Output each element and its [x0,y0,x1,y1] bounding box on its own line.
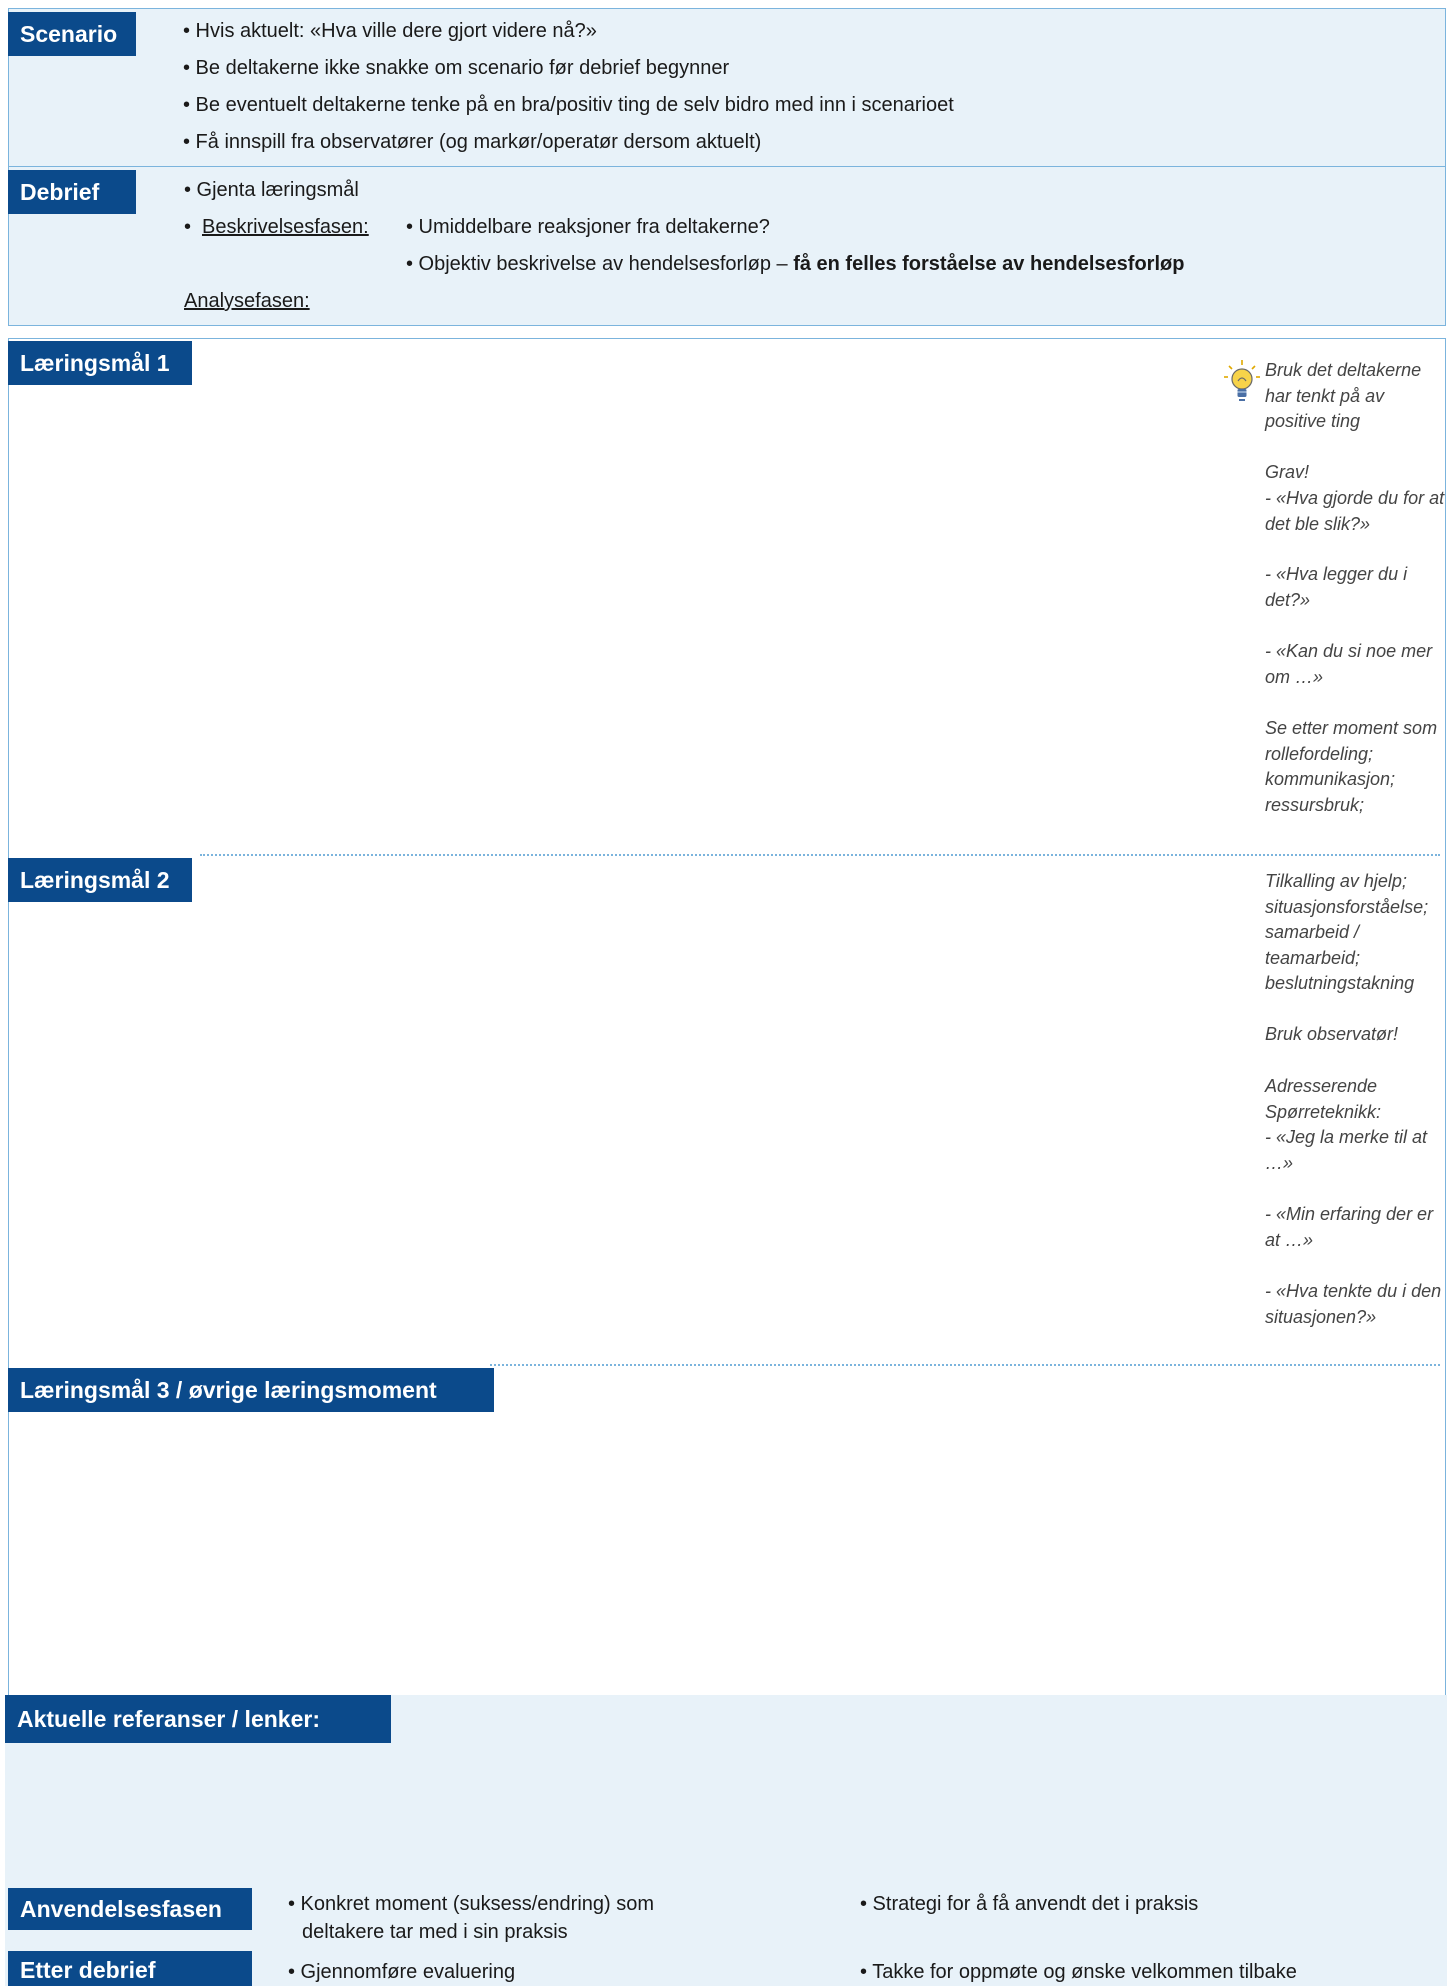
grav-question: - «Hva gjorde du for at det ble slik?» [1265,488,1445,534]
references-tab: Aktuelle referanser / lenker: [5,1695,391,1743]
etter-left: • Gjennomføre evaluering [288,1961,516,1983]
adr-question: - «Min erfaring der er at …» [1265,1204,1434,1250]
adr-label: Adresserende Spørreteknikk: [1265,1076,1382,1122]
scenario-item: • Be deltakerne ikke snakke om scenario … [183,57,730,79]
anvendelse-left: • Konkret moment (suksess/endring) som [288,1893,655,1915]
side-note: Tilkalling av hjelp; situasjonsforståels… [1265,871,1429,993]
grav-question: - «Kan du si noe mer om …» [1265,641,1433,687]
learning-goal-2-tab: Læringsmål 2 [8,858,192,902]
adr-question: - «Hva tenkte du i den situasjonen?» [1265,1281,1442,1327]
anvendelse-left-cont: deltakere tar med i sin praksis [302,1921,568,1943]
anvendelse-right: • Strategi for å få anvendt det i praksi… [860,1893,1199,1915]
scenario-item: • Få innspill fra observatører (og markø… [183,131,762,153]
learning-goal-1-tab: Læringsmål 1 [8,341,192,385]
divider [8,166,1446,167]
debrief-bullet: • [184,216,192,238]
beskrivelse-item: • Umiddelbare reaksjoner fra deltakerne? [406,216,770,238]
debrief-tab: Debrief [8,170,136,214]
side-note: Bruk det deltakerne har tenkt på av posi… [1265,360,1422,431]
beskrivelse-item: • Objektiv beskrivelse av hendelsesforlø… [406,253,1185,275]
lightbulb-icon [1222,358,1262,404]
etter-right: • Takke for oppmøte og ønske velkommen t… [860,1961,1297,1983]
debrief-item: • Gjenta læringsmål [184,179,359,201]
dotted-divider [200,854,1440,856]
dotted-divider [490,1364,1440,1366]
etter-tab: Etter debrief [8,1951,252,1986]
side-note: Bruk observatør! [1265,1024,1399,1044]
learning-goals-panel [8,338,1446,1696]
side-note: Se etter moment som rollefordeling; komm… [1265,718,1438,815]
grav-question: - «Hva legger du i det?» [1265,564,1408,610]
anvendelse-tab: Anvendelsesfasen [8,1888,252,1930]
analyse-label: Analysefasen: [184,290,310,312]
scenario-tab: Scenario [8,12,136,56]
grav-label: Grav! [1265,462,1310,482]
learning-goal-3-tab: Læringsmål 3 / øvrige læringsmoment [8,1368,494,1412]
scenario-item: • Be eventuelt deltakerne tenke på en br… [183,94,954,116]
adr-question: - «Jeg la merke til at …» [1265,1127,1428,1173]
beskrivelse-label: Beskrivelsesfasen: [202,216,369,238]
beskrivelse-bold: få en felles forståelse av hendelsesforl… [793,253,1185,275]
scenario-item: • Hvis aktuelt: «Hva ville dere gjort vi… [183,20,597,42]
